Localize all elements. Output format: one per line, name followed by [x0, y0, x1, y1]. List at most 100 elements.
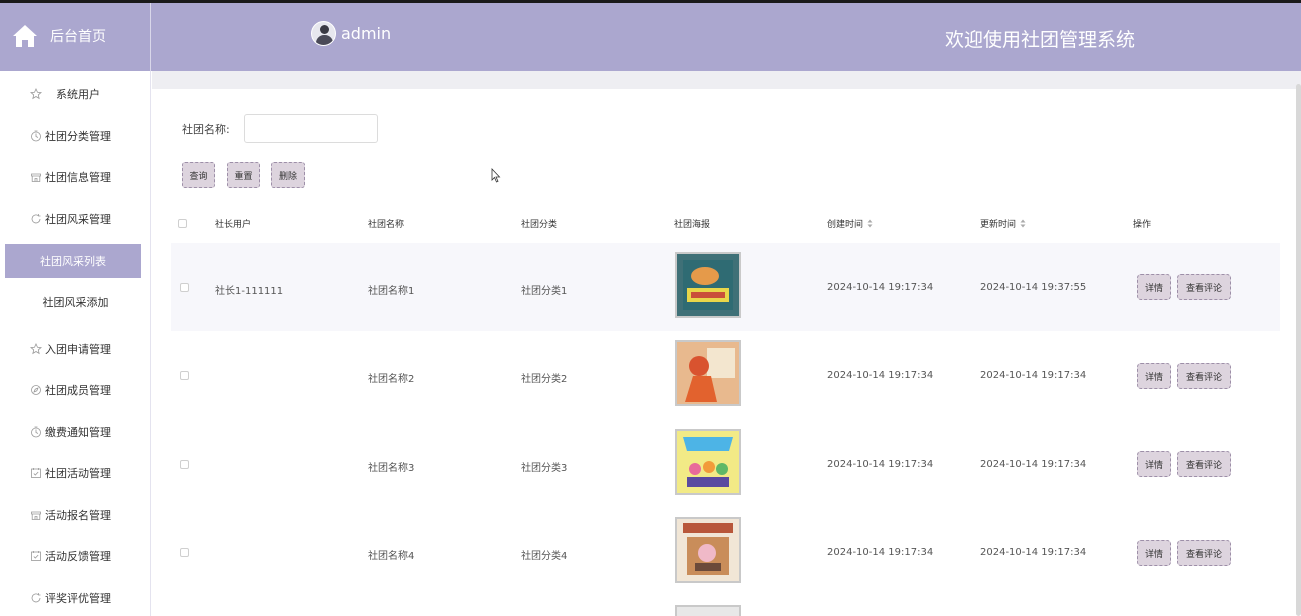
timer-icon: [31, 426, 41, 438]
poster-image[interactable]: [675, 605, 741, 616]
sidebar-item-label: 社团信息管理: [45, 171, 111, 184]
detail-button[interactable]: 详情: [1137, 363, 1171, 389]
cell-name: 社团名称2: [368, 374, 415, 385]
col-header-category: 社团分类: [521, 220, 558, 230]
cell-name: 社团名称3: [368, 463, 415, 474]
welcome-title: 欢迎使用社团管理系统: [945, 29, 1136, 51]
store-icon: [31, 511, 41, 520]
sidebar-item-style-add[interactable]: 社团风采添加: [0, 285, 151, 319]
col-header-actions: 操作: [1133, 220, 1152, 230]
calendar-check-icon: [31, 551, 41, 561]
sidebar-item-label: 社团风采添加: [42, 296, 109, 309]
row-checkbox[interactable]: [180, 548, 189, 557]
content-top-band: [152, 71, 1301, 89]
cell-category: 社团分类2: [521, 374, 568, 385]
poster-image[interactable]: [675, 429, 741, 495]
avatar: [311, 21, 336, 46]
timer-icon: [31, 130, 41, 142]
col-header-leader: 社长用户: [215, 220, 252, 230]
sidebar-item-label: 社团活动管理: [45, 467, 111, 480]
search-label: 社团名称:: [182, 123, 230, 136]
sidebar-item-style-list[interactable]: 社团风采列表: [5, 244, 141, 278]
sort-icon[interactable]: [1020, 219, 1026, 228]
store-icon: [31, 173, 41, 182]
sidebar-item-label: 社团分类管理: [45, 130, 111, 143]
sidebar-item-label: 社团风采列表: [40, 255, 106, 268]
detail-button[interactable]: 详情: [1137, 274, 1171, 300]
cell-name: 社团名称1: [368, 286, 415, 297]
row-checkbox[interactable]: [180, 283, 189, 292]
col-header-created[interactable]: 创建时间: [827, 217, 873, 230]
sidebar-item-label: 社团风采管理: [45, 213, 111, 226]
cell-created: 2024-10-14 19:17:34: [827, 459, 934, 470]
cell-name: 社团名称4: [368, 551, 415, 562]
reset-button[interactable]: 重置: [227, 162, 260, 188]
page-scrollbar[interactable]: [1296, 84, 1301, 616]
cell-category: 社团分类4: [521, 551, 568, 562]
sort-icon[interactable]: [867, 219, 873, 228]
refresh-icon: [31, 593, 41, 603]
cell-category: 社团分类3: [521, 463, 568, 474]
mouse-cursor-icon: [491, 168, 501, 183]
home-label: 后台首页: [50, 29, 106, 45]
cell-updated: 2024-10-14 19:17:34: [980, 547, 1087, 558]
sidebar-item-label: 系统用户: [56, 88, 100, 101]
sidebar-item-category[interactable]: 社团分类管理: [0, 119, 151, 153]
user-menu[interactable]: admin: [311, 21, 391, 46]
cell-created: 2024-10-14 19:17:34: [827, 282, 934, 293]
sidebar-item-label: 评奖评优管理: [45, 592, 111, 605]
view-comments-button[interactable]: 查看评论: [1177, 363, 1231, 389]
sidebar-item-club-info[interactable]: 社团信息管理: [0, 160, 151, 194]
sidebar-item-label: 活动报名管理: [45, 509, 111, 522]
sidebar-item-activities[interactable]: 社团活动管理: [0, 456, 151, 490]
poster-image[interactable]: [675, 517, 741, 583]
cell-updated: 2024-10-14 19:17:34: [980, 370, 1087, 381]
view-comments-button[interactable]: 查看评论: [1177, 274, 1231, 300]
sidebar-item-label: 社团成员管理: [45, 384, 111, 397]
top-header: 后台首页 admin 欢迎使用社团管理系统: [0, 3, 1301, 71]
row-checkbox[interactable]: [180, 460, 189, 469]
home-link[interactable]: 后台首页: [0, 3, 151, 71]
poster-image[interactable]: [675, 252, 741, 318]
sidebar-item-applications[interactable]: 入团申请管理: [0, 332, 151, 366]
cell-updated: 2024-10-14 19:37:55: [980, 282, 1087, 293]
username: admin: [341, 24, 392, 43]
select-all-checkbox[interactable]: [178, 219, 187, 228]
star-icon: [30, 88, 42, 100]
cell-leader: 社长1-111111: [215, 286, 284, 297]
calendar-check-icon: [31, 468, 41, 478]
col-header-updated[interactable]: 更新时间: [980, 217, 1026, 230]
sidebar-item-label: 缴费通知管理: [45, 426, 111, 439]
sidebar-item-feedback[interactable]: 活动反馈管理: [0, 539, 151, 573]
sidebar-item-label: 入团申请管理: [45, 343, 111, 356]
compass-icon: [31, 385, 41, 395]
col-header-name: 社团名称: [368, 220, 405, 230]
view-comments-button[interactable]: 查看评论: [1177, 451, 1231, 477]
cell-category: 社团分类1: [521, 286, 568, 297]
club-name-input[interactable]: [244, 114, 378, 143]
sidebar-item-style[interactable]: 社团风采管理: [0, 202, 151, 236]
sidebar-item-fees[interactable]: 缴费通知管理: [0, 415, 151, 449]
row-checkbox[interactable]: [180, 371, 189, 380]
query-button[interactable]: 查询: [182, 162, 215, 188]
poster-image[interactable]: [675, 340, 741, 406]
refresh-icon: [31, 214, 41, 224]
detail-button[interactable]: 详情: [1137, 540, 1171, 566]
detail-button[interactable]: 详情: [1137, 451, 1171, 477]
view-comments-button[interactable]: 查看评论: [1177, 540, 1231, 566]
sidebar-item-signups[interactable]: 活动报名管理: [0, 498, 151, 532]
col-header-created-label: 创建时间: [827, 220, 864, 230]
sidebar-item-label: 活动反馈管理: [45, 550, 111, 563]
sidebar-item-awards[interactable]: 评奖评优管理: [0, 581, 151, 615]
sidebar-item-members[interactable]: 社团成员管理: [0, 373, 151, 407]
home-icon: [13, 25, 37, 47]
delete-button[interactable]: 删除: [271, 162, 305, 188]
star-icon: [30, 343, 42, 355]
cell-updated: 2024-10-14 19:17:34: [980, 459, 1087, 470]
sidebar: 系统用户 社团分类管理 社团信息管理 社团风采管理 社团风采列表 社团风采添加 …: [0, 71, 151, 616]
cell-created: 2024-10-14 19:17:34: [827, 370, 934, 381]
col-header-poster: 社团海报: [674, 220, 711, 230]
sidebar-item-users[interactable]: 系统用户: [0, 77, 151, 111]
col-header-updated-label: 更新时间: [980, 220, 1017, 230]
cell-created: 2024-10-14 19:17:34: [827, 547, 934, 558]
